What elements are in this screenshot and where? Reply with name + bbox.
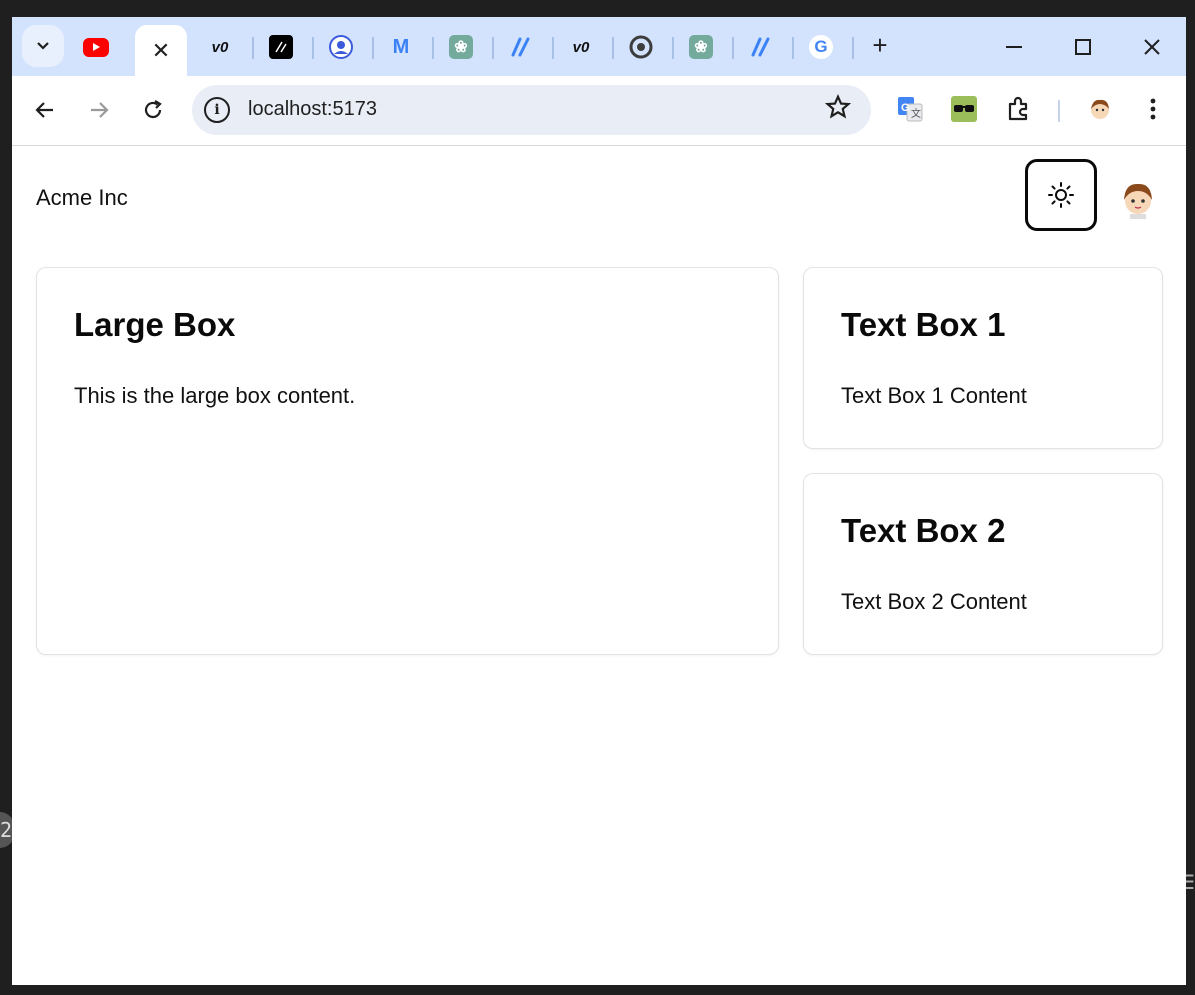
more-vertical-icon [1150, 98, 1156, 120]
tab-chatgpt-2[interactable]: ❀ [673, 25, 729, 69]
close-icon[interactable]: ✕ [152, 38, 170, 64]
google-translate-icon: G文 [898, 97, 923, 122]
svg-text:文: 文 [911, 107, 921, 120]
forward-button[interactable] [81, 92, 117, 128]
chevron-down-icon [37, 42, 49, 50]
tab-google[interactable]: G [793, 25, 849, 69]
reload-button[interactable] [135, 92, 171, 128]
tab-active-localhost[interactable]: ✕ [135, 25, 187, 76]
profile-button[interactable] [1082, 91, 1118, 127]
profile-circle-icon [329, 35, 353, 59]
extensions-button[interactable] [1001, 91, 1037, 127]
large-box-title: Large Box [74, 306, 236, 343]
arrow-left-icon [35, 102, 53, 118]
v0-icon: v0 [572, 38, 590, 56]
tab-v0-2[interactable]: v0 [553, 25, 609, 69]
user-avatar[interactable] [1118, 179, 1158, 219]
tab-chatgpt[interactable]: ❀ [433, 25, 489, 69]
text-box-2-title: Text Box 2 [841, 512, 1006, 549]
puzzle-icon [1008, 96, 1028, 121]
slash-blue-icon [511, 37, 530, 57]
address-bar[interactable]: i localhost:5173 [192, 85, 871, 135]
reload-icon [144, 100, 162, 119]
text-box-2-card: Text Box 2 Text Box 2 Content [803, 473, 1163, 655]
chatgpt-icon: ❀ [449, 35, 473, 59]
chatgpt-icon: ❀ [689, 35, 713, 59]
text-box-2-content: Text Box 2 Content [841, 589, 1027, 614]
close-window-button[interactable] [1132, 27, 1172, 67]
browser-window: ✕ v0 M ❀ v0 ❀ G + i localhost:5173 G 文 A… [12, 17, 1186, 985]
plus-icon: + [872, 29, 888, 60]
text-box-1-content: Text Box 1 Content [841, 383, 1027, 408]
arrow-right-icon [91, 102, 109, 118]
avatar-icon [1124, 183, 1152, 219]
tab-search-button[interactable] [22, 25, 64, 67]
text-box-1-card: Text Box 1 Text Box 1 Content [803, 267, 1163, 449]
tab-slash-app[interactable] [253, 25, 309, 69]
glasses-icon [951, 96, 977, 122]
slash-app-icon [269, 35, 293, 59]
avatar-icon [1091, 99, 1109, 119]
tab-v0[interactable]: v0 [192, 25, 248, 69]
theme-toggle-button[interactable] [1025, 159, 1097, 231]
text-box-1-title: Text Box 1 [841, 306, 1006, 343]
google-icon: G [809, 35, 833, 59]
translate-extension[interactable]: G文 [892, 91, 928, 127]
tab-strip: ✕ v0 M ❀ v0 ❀ G + [12, 17, 1186, 76]
tab-mui[interactable]: M [373, 25, 429, 69]
address-url[interactable]: localhost:5173 [248, 98, 377, 121]
mui-icon: M [392, 35, 410, 58]
browser-menu-button[interactable] [1135, 91, 1171, 127]
page-content: Acme Inc Large Box This is the large box… [12, 147, 1186, 985]
maximize-icon [1075, 39, 1091, 55]
slash-blue-icon [751, 37, 770, 57]
v0-icon: v0 [211, 38, 229, 56]
brand-name[interactable]: Acme Inc [36, 185, 128, 211]
sun-icon [1048, 182, 1074, 208]
new-tab-button[interactable]: + [864, 29, 896, 61]
tab-chrome[interactable] [613, 25, 669, 69]
chrome-icon [629, 35, 653, 59]
glasses-extension[interactable] [946, 91, 982, 127]
minimize-button[interactable] [994, 27, 1034, 67]
back-button[interactable] [27, 92, 63, 128]
close-icon [1144, 39, 1160, 55]
svg-text:G: G [901, 102, 910, 114]
tab-slash-blue[interactable] [493, 25, 549, 69]
browser-toolbar: i localhost:5173 G文 [12, 76, 1186, 146]
tab-profile[interactable] [313, 25, 369, 69]
site-info-icon[interactable]: i [204, 97, 230, 123]
minimize-icon [1006, 46, 1022, 48]
bookmark-star-icon[interactable] [824, 94, 852, 127]
maximize-button[interactable] [1063, 27, 1103, 67]
tab-slash-blue-2[interactable] [733, 25, 789, 69]
youtube-icon [83, 37, 109, 57]
large-box-content: This is the large box content. [74, 383, 356, 408]
large-box-card: Large Box This is the large box content. [36, 267, 779, 655]
tab-youtube[interactable] [68, 25, 124, 69]
